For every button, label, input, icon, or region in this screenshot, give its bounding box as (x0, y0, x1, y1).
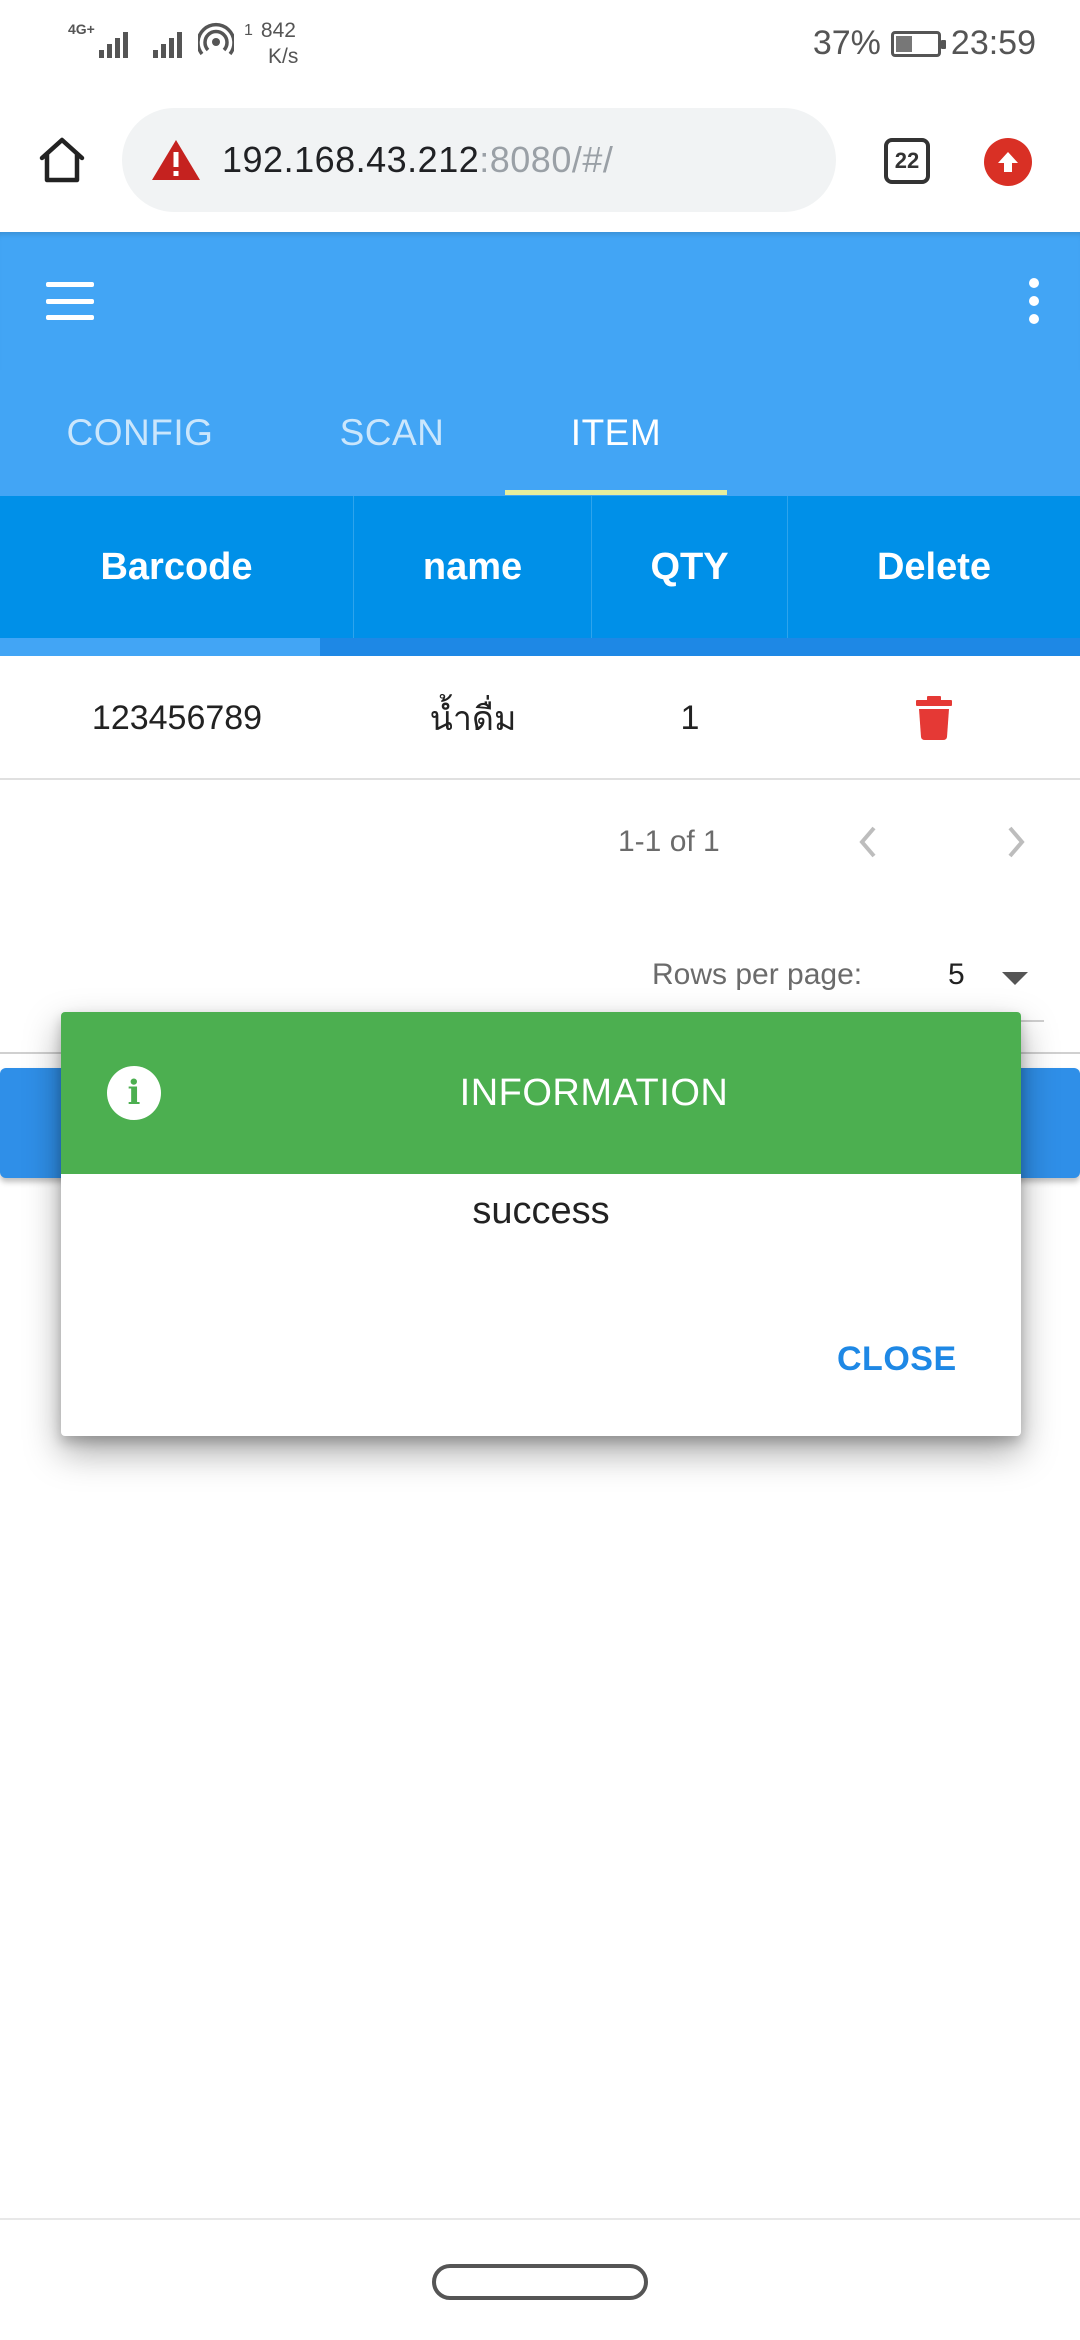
clock: 23:59 (950, 24, 1036, 62)
cell-delete (788, 656, 1080, 780)
system-navigation-bar (0, 2218, 1080, 2340)
tab-bar: CONFIG SCAN ITEM (0, 370, 1080, 496)
tab-indicator (505, 490, 727, 495)
rows-per-page-label: Rows per page: (652, 958, 863, 991)
prev-page-button[interactable] (846, 820, 890, 864)
information-dialog: i INFORMATION success CLOSE (61, 1012, 1021, 1436)
tab-config[interactable]: CONFIG (40, 370, 240, 496)
dialog-title: INFORMATION (459, 1071, 729, 1114)
table-row: 123456789 น้ำดื่ม 1 (0, 656, 1080, 780)
chevron-left-icon (859, 826, 876, 858)
arrow-up-icon (998, 152, 1018, 172)
status-icons-left: 4G+ 1 842 K/s (68, 18, 298, 70)
loading-progress-bar (0, 638, 1080, 656)
speed-value: 842 (260, 19, 296, 42)
speed-unit: K/s (268, 45, 299, 68)
home-gesture-pill[interactable] (432, 2264, 648, 2300)
column-header-delete[interactable]: Delete (788, 496, 1080, 638)
address-bar[interactable]: 192.168.43.212:8080/#/ (122, 108, 836, 212)
delete-icon[interactable] (916, 696, 952, 740)
column-header-name[interactable]: name (354, 496, 592, 638)
screen: { "status_bar": { "network_tag": "4G+", … (0, 0, 1080, 2340)
update-button[interactable] (984, 138, 1032, 186)
pagination-range: 1-1 of 1 (618, 825, 720, 858)
home-icon (39, 137, 85, 183)
caret-down-icon[interactable] (1002, 972, 1028, 985)
speed-prefix: 1 (244, 22, 253, 39)
home-button[interactable] (34, 132, 90, 188)
status-bar: 4G+ 1 842 K/s 37% 23:59 (0, 0, 1080, 92)
cell-barcode: 123456789 (91, 698, 263, 737)
battery-icon (890, 30, 946, 57)
menu-icon[interactable] (46, 282, 94, 320)
chevron-right-icon (1008, 826, 1025, 858)
browser-toolbar: 192.168.43.212:8080/#/ 22 (0, 92, 1080, 232)
url-path: :8080/#/ (479, 139, 614, 180)
dialog-message: success (472, 1190, 610, 1232)
cell-qty: 1 (680, 698, 700, 737)
dialog-header: i INFORMATION (61, 1012, 1021, 1174)
app-bar (0, 232, 1080, 370)
status-icons-right: 37% 23:59 (813, 24, 1036, 63)
column-header-qty[interactable]: QTY (592, 496, 788, 638)
tab-switcher-button[interactable]: 22 (884, 138, 930, 184)
tab-scan[interactable]: SCAN (292, 370, 492, 496)
battery-percent: 37% (812, 24, 881, 62)
network-type-label: 4G+ (68, 21, 95, 37)
cellular-signal-icon: 4G+ (68, 18, 128, 62)
cellular-signal-2-icon (144, 18, 182, 62)
url-host: 192.168.43.212 (222, 139, 480, 180)
column-header-barcode[interactable]: Barcode (0, 496, 354, 638)
hotspot-icon (198, 23, 234, 56)
cell-name: น้ำดื่ม (429, 700, 517, 738)
close-button[interactable]: CLOSE (837, 1340, 957, 1379)
warning-icon (152, 140, 200, 180)
url-text: 192.168.43.212:8080/#/ (222, 139, 613, 181)
table-header: Barcode name QTY Delete (0, 496, 1080, 638)
more-vert-icon[interactable] (1024, 278, 1044, 324)
network-speed: 1 842 K/s (244, 18, 298, 70)
rows-per-page-select[interactable]: 5 (948, 958, 965, 992)
tab-item[interactable]: ITEM (505, 370, 727, 496)
pagination: 1-1 of 1 (0, 780, 1080, 904)
next-page-button[interactable] (994, 820, 1038, 864)
